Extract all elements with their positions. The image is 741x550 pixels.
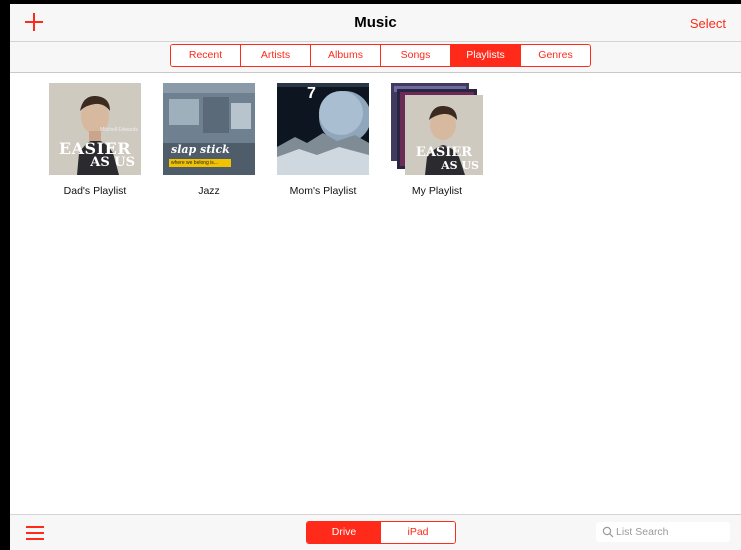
album-subtitle-text: AS US — [90, 155, 135, 170]
playlist-name: My Playlist — [411, 185, 463, 197]
playlist-tile[interactable]: 7 Mom's Playlist — [268, 83, 378, 197]
tab-songs[interactable]: Songs — [381, 45, 451, 66]
playlist-grid: EASIER AS US Mitchell Edwards Dad's Play… — [10, 73, 741, 514]
tab-playlists[interactable]: Playlists — [451, 45, 521, 66]
tab-recent[interactable]: Recent — [171, 45, 241, 66]
list-search-field — [596, 522, 730, 542]
navigation-bar: Music Select — [10, 4, 741, 42]
playlist-tile[interactable]: slap stick where we belong is... Jazz — [154, 83, 264, 197]
playlist-tile[interactable]: EASIER AS US My Playlist — [382, 83, 492, 197]
tab-artists[interactable]: Artists — [241, 45, 311, 66]
list-search-input[interactable] — [616, 524, 724, 540]
album-title-text: EASIER — [415, 145, 473, 160]
category-segmented-control: Recent Artists Albums Songs Playlists Ge… — [170, 44, 591, 67]
playlist-tile[interactable]: EASIER AS US Mitchell Edwards Dad's Play… — [40, 83, 150, 197]
playlist-artwork: EASIER AS US Mitchell Edwards — [49, 83, 141, 175]
album-subtitle-text: AS US — [441, 159, 479, 172]
playlist-name: Mom's Playlist — [289, 185, 357, 197]
select-button[interactable]: Select — [690, 16, 726, 31]
playlist-artwork: slap stick where we belong is... — [163, 83, 255, 175]
hamburger-menu-icon[interactable] — [26, 526, 44, 540]
bottom-toolbar: Drive iPad — [10, 514, 741, 550]
app-screen: Music Select Recent Artists Albums Songs… — [10, 4, 741, 550]
playlist-artwork: 7 — [277, 83, 371, 175]
source-drive-button[interactable]: Drive — [307, 522, 381, 543]
source-ipad-button[interactable]: iPad — [381, 522, 455, 543]
category-tab-bar: Recent Artists Albums Songs Playlists Ge… — [10, 42, 741, 73]
album-subtitle-text: where we belong is... — [171, 160, 218, 166]
playlist-name: Dad's Playlist — [63, 185, 127, 197]
album-artist-text: Mitchell Edwards — [100, 127, 138, 133]
playlist-artwork: EASIER AS US — [391, 83, 483, 175]
album-title-text: slap stick — [171, 143, 230, 156]
page-title: Music — [354, 14, 397, 31]
album-number-text: 7 — [307, 85, 316, 102]
tab-genres[interactable]: Genres — [521, 45, 590, 66]
tab-albums[interactable]: Albums — [311, 45, 381, 66]
playlist-name: Jazz — [198, 185, 220, 197]
search-icon — [602, 526, 614, 538]
source-segmented-control: Drive iPad — [306, 521, 456, 544]
